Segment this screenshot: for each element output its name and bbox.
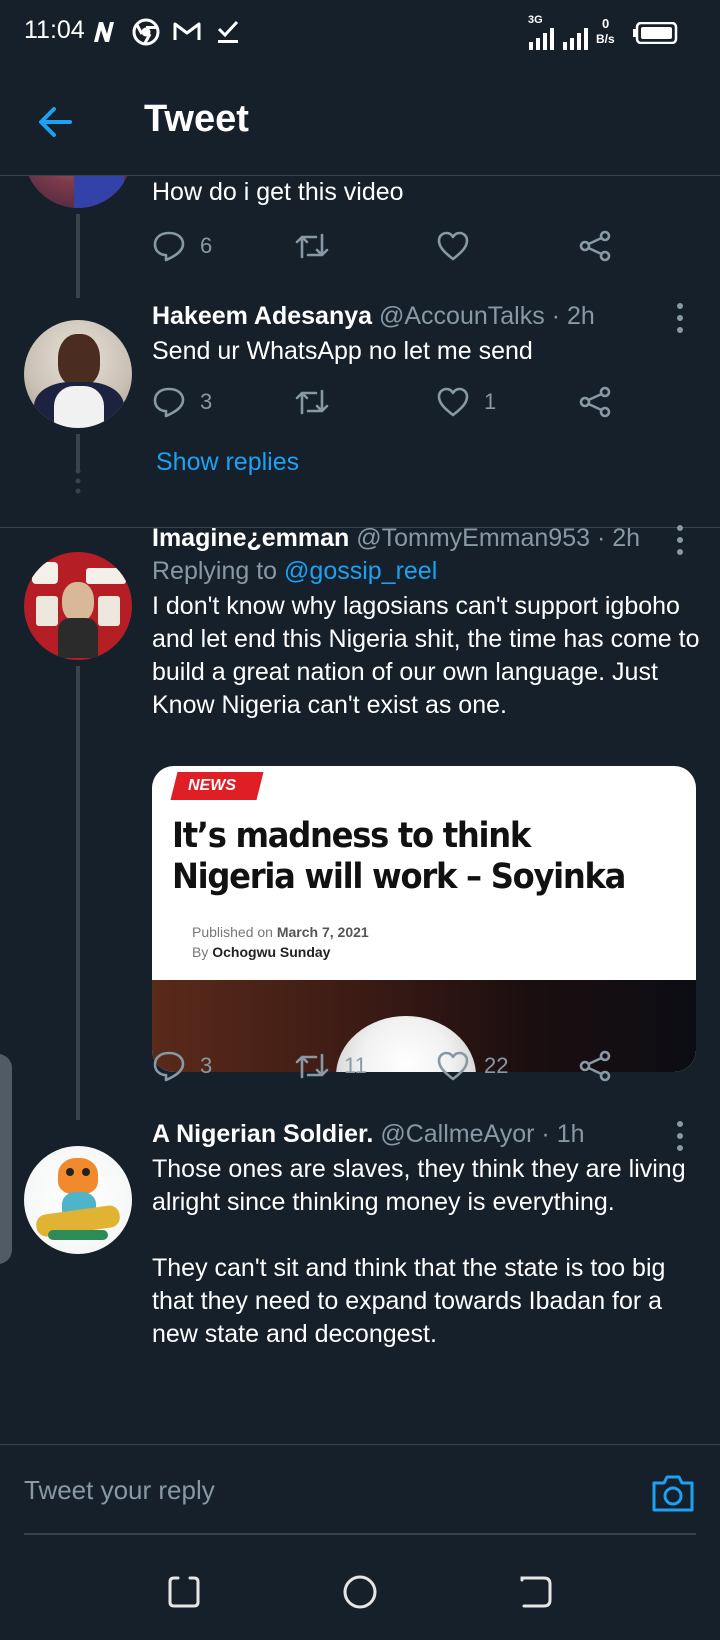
avatar[interactable]: [24, 320, 132, 428]
tweet-text: Those ones are slaves, they think they a…: [152, 1155, 686, 1216]
heart-icon: [437, 231, 469, 261]
tweet-actions: 3 1: [152, 382, 632, 422]
thread-line: [76, 434, 80, 470]
show-replies-link[interactable]: Show replies: [156, 448, 299, 477]
retweet-button[interactable]: [294, 226, 344, 266]
reply-composer: Tweet your reply: [0, 1444, 720, 1544]
card-author: By Ochogwu Sunday: [192, 944, 331, 960]
tweet-actions: 6: [152, 226, 632, 266]
like-button[interactable]: 1: [436, 382, 496, 422]
system-nav-bar: [0, 1544, 720, 1640]
tweet-text: Send ur WhatsApp no let me send: [152, 337, 533, 365]
signal-icon: [563, 28, 588, 50]
news-badge: NEWS: [170, 772, 264, 800]
side-panel-handle[interactable]: [0, 1054, 12, 1264]
collapsed-thread-dots-icon: [75, 468, 81, 494]
like-button[interactable]: 22: [436, 1046, 508, 1086]
author-name[interactable]: Imagine¿emman: [152, 524, 349, 552]
card-published: Published on March 7, 2021: [192, 924, 369, 940]
author-handle[interactable]: @AccounTalks: [379, 302, 545, 330]
speed-value: 0: [602, 16, 610, 31]
avatar[interactable]: [24, 1146, 132, 1254]
separator-dot: ·: [551, 302, 561, 330]
reply-input[interactable]: Tweet your reply: [24, 1475, 215, 1506]
reply-button[interactable]: 6: [152, 226, 212, 266]
network-type-label: 3G: [528, 14, 543, 26]
card-headline: It’s madness to think Nigeria will work …: [172, 816, 626, 897]
author-name[interactable]: A Nigerian Soldier.: [152, 1120, 373, 1148]
like-count: 1: [484, 389, 497, 414]
n-app-icon: [94, 22, 114, 42]
status-bar: 11:04 3G 0 B/s: [0, 0, 720, 64]
more-options-icon[interactable]: [668, 300, 692, 336]
tweet-text: They can't sit and think that the state …: [152, 1254, 666, 1348]
back-icon[interactable]: [518, 1574, 554, 1610]
share-icon: [579, 1050, 611, 1082]
chrome-icon: [132, 18, 160, 46]
retweet-button[interactable]: 11: [294, 1046, 367, 1086]
page-title: Tweet: [144, 98, 249, 140]
retweet-count: 11: [344, 1053, 367, 1078]
retweet-icon: [295, 233, 329, 259]
replying-prefix: Replying to: [152, 557, 278, 585]
tweet-header: A Nigerian Soldier. @CallmeAyor · 1h: [152, 1120, 585, 1149]
retweet-button[interactable]: [294, 382, 344, 422]
check-download-icon: [217, 20, 239, 43]
replying-mention-link[interactable]: @gossip_reel: [284, 557, 437, 585]
share-button[interactable]: [578, 226, 612, 266]
more-options-icon[interactable]: [668, 522, 692, 558]
share-icon: [579, 230, 611, 262]
more-options-icon[interactable]: [668, 1118, 692, 1154]
speed-unit: B/s: [596, 32, 615, 46]
tweet-time: 1h: [556, 1120, 585, 1148]
home-icon[interactable]: [342, 1574, 378, 1610]
tweet-header: Hakeem Adesanya @AccounTalks · 2h: [152, 302, 595, 331]
battery-icon: [633, 22, 678, 44]
reply-count: 3: [200, 1053, 213, 1078]
avatar[interactable]: [24, 552, 132, 660]
author-handle[interactable]: @TommyEmman953: [356, 524, 590, 552]
like-count: 22: [484, 1053, 509, 1078]
camera-icon[interactable]: [650, 1471, 696, 1515]
signal-icon: [529, 28, 554, 50]
status-time: 11:04: [24, 16, 85, 44]
thread-line: [76, 666, 80, 1120]
gmail-icon: [173, 22, 201, 40]
tweet-time: 2h: [566, 302, 595, 330]
author-name[interactable]: Hakeem Adesanya: [152, 302, 372, 330]
separator-dot: ·: [541, 1120, 550, 1148]
reply-icon: [153, 231, 185, 262]
heart-icon: [437, 387, 469, 417]
share-button[interactable]: [578, 1046, 612, 1086]
tweet-time: 2h: [612, 524, 641, 552]
retweet-icon: [295, 1053, 329, 1079]
tweet-text: How do i get this video: [152, 178, 404, 206]
reply-icon: [153, 387, 185, 418]
like-button[interactable]: [436, 226, 484, 266]
tweet-feed[interactable]: How do i get this video 6 Hakeem Adesany…: [0, 176, 720, 1444]
link-card[interactable]: NEWS It’s madness to think Nigeria will …: [152, 766, 696, 1072]
reply-button[interactable]: 3: [152, 1046, 212, 1086]
reply-count: 3: [200, 389, 213, 414]
replying-to: Replying to @gossip_reel: [152, 557, 437, 586]
recents-icon[interactable]: [166, 1574, 202, 1610]
reply-button[interactable]: 3: [152, 382, 212, 422]
tweet-header: Imagine¿emman @TommyEmman953 · 2h: [152, 524, 640, 553]
status-right: 3G 0 B/s: [528, 14, 698, 50]
separator-dot: ·: [596, 524, 606, 552]
avatar[interactable]: [24, 176, 132, 208]
tweet-text: I don't know why lagosians can't support…: [152, 592, 700, 719]
reply-count: 6: [200, 233, 213, 258]
author-handle[interactable]: @CallmeAyor: [380, 1120, 534, 1148]
retweet-icon: [295, 389, 329, 415]
heart-icon: [437, 1051, 469, 1081]
top-app-bar: Tweet: [0, 64, 720, 176]
share-button[interactable]: [578, 382, 612, 422]
thread-line: [76, 214, 80, 298]
reply-input-underline: [24, 1533, 696, 1535]
arrow-left-icon[interactable]: [34, 100, 78, 144]
tweet-actions: 3 11 22: [152, 1046, 632, 1086]
reply-icon: [153, 1051, 185, 1082]
share-icon: [579, 386, 611, 418]
